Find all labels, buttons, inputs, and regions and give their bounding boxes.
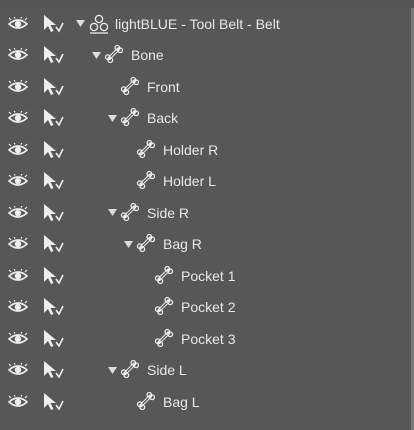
eye-icon[interactable] <box>8 205 28 220</box>
expand-arrow-icon[interactable] <box>74 17 86 31</box>
select-arrow-icon[interactable] <box>42 108 64 128</box>
tree-row[interactable]: Side R <box>0 197 411 229</box>
scene-tree-panel: lightBLUE - Tool Belt - Belt Bone Front <box>0 8 414 430</box>
eye-icon[interactable] <box>8 268 28 283</box>
tree-row-label: Bag R <box>163 236 202 253</box>
tree-row[interactable]: Bag L <box>0 386 411 418</box>
select-arrow-icon[interactable] <box>42 297 64 317</box>
select-arrow-icon[interactable] <box>42 392 64 412</box>
figure-icon <box>89 14 109 34</box>
eye-icon[interactable] <box>8 111 28 125</box>
expand-arrow-icon[interactable] <box>106 363 118 377</box>
tree-row[interactable]: Back <box>0 103 411 135</box>
tree-row[interactable]: Front <box>0 71 411 103</box>
tree-row[interactable]: Holder L <box>0 166 411 198</box>
bone-icon <box>120 108 140 127</box>
eye-icon[interactable] <box>8 394 28 409</box>
select-arrow-icon[interactable] <box>42 234 64 254</box>
select-arrow-icon[interactable] <box>42 45 64 65</box>
tree-row-label: lightBLUE - Tool Belt - Belt <box>115 15 280 32</box>
tree-row[interactable]: Pocket 2 <box>0 292 411 324</box>
tree-row[interactable]: Side L <box>0 355 411 387</box>
eye-icon[interactable] <box>8 363 28 377</box>
bone-icon <box>120 360 140 379</box>
select-arrow-icon[interactable] <box>42 360 64 380</box>
tree-row-label: Holder R <box>163 141 219 158</box>
select-arrow-icon[interactable] <box>42 266 64 286</box>
tree-row[interactable]: lightBLUE - Tool Belt - Belt <box>0 8 411 40</box>
tree-row-label: Side L <box>147 362 187 379</box>
tree-row-label: Back <box>147 110 179 127</box>
tree-row-label: Bone <box>131 47 164 64</box>
eye-icon[interactable] <box>8 79 28 94</box>
bone-icon <box>136 139 156 158</box>
tree-row[interactable]: Pocket 3 <box>0 323 411 355</box>
bone-icon <box>120 202 140 221</box>
tree-row[interactable]: Bag R <box>0 229 411 261</box>
bone-icon <box>136 391 156 410</box>
tree-row-label: Side R <box>147 204 190 221</box>
tree-row[interactable]: Holder R <box>0 134 411 166</box>
bone-icon <box>154 265 174 284</box>
tree-row-label: Pocket 2 <box>181 299 236 316</box>
tree-row-label: Pocket 3 <box>181 330 236 347</box>
tree-row-label: Pocket 1 <box>181 267 236 284</box>
eye-icon[interactable] <box>8 174 28 188</box>
bone-icon <box>136 234 156 253</box>
select-arrow-icon[interactable] <box>42 171 64 191</box>
select-arrow-icon[interactable] <box>42 77 64 97</box>
select-arrow-icon[interactable] <box>42 329 64 349</box>
eye-icon[interactable] <box>8 300 28 314</box>
tree-row-label: Front <box>147 78 180 95</box>
bone-icon <box>154 297 174 316</box>
expand-arrow-icon[interactable] <box>90 48 102 62</box>
expand-arrow-icon[interactable] <box>122 237 134 251</box>
tree-row[interactable]: Bone <box>0 40 411 72</box>
eye-icon[interactable] <box>8 142 28 157</box>
select-arrow-icon[interactable] <box>42 14 64 34</box>
eye-icon[interactable] <box>8 237 28 251</box>
bone-icon <box>154 328 174 347</box>
tree-row-label: Holder L <box>163 173 216 190</box>
tree-row[interactable]: Pocket 1 <box>0 260 411 292</box>
expand-arrow-icon[interactable] <box>106 111 118 125</box>
select-arrow-icon[interactable] <box>42 203 64 223</box>
bone-icon <box>136 171 156 190</box>
tree-rows: lightBLUE - Tool Belt - Belt Bone Front <box>0 8 411 418</box>
eye-icon[interactable] <box>8 16 28 31</box>
bone-icon <box>104 45 124 64</box>
bone-icon <box>120 76 140 95</box>
tree-row-label: Bag L <box>163 393 200 410</box>
eye-icon[interactable] <box>8 48 28 62</box>
expand-arrow-icon[interactable] <box>106 206 118 220</box>
eye-icon[interactable] <box>8 331 28 346</box>
select-arrow-icon[interactable] <box>42 140 64 160</box>
